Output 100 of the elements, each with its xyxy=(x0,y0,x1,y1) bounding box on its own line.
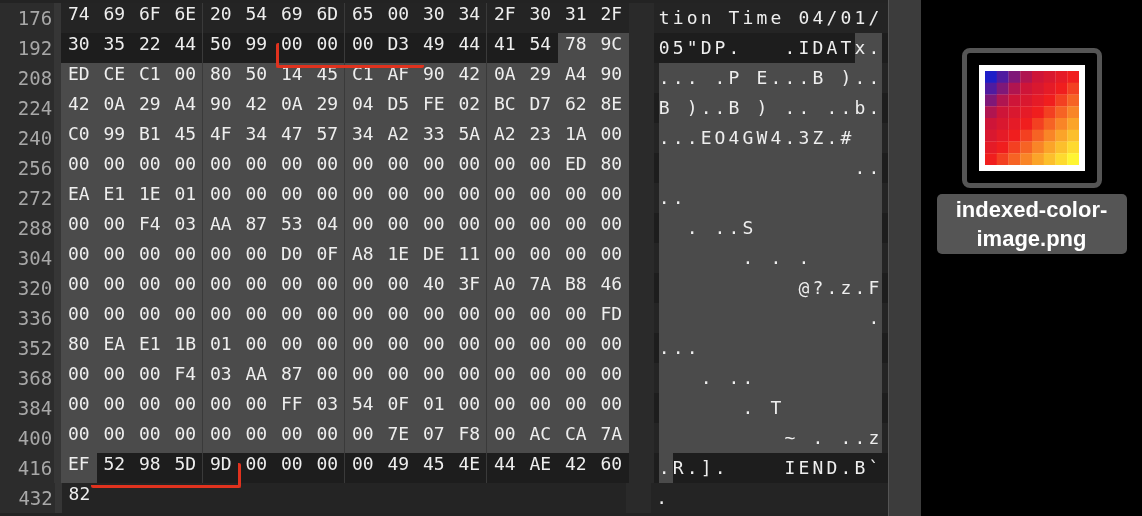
hex-byte: 42 xyxy=(451,63,488,93)
file-name-label: indexed-color-image.png xyxy=(936,194,1127,254)
hex-byte: 5A xyxy=(451,123,488,153)
hex-byte: 00 xyxy=(345,333,381,363)
hex-byte: 00 xyxy=(203,243,239,273)
hex-byte: 00 xyxy=(238,243,275,273)
ascii-text: . T xyxy=(658,393,883,423)
hex-byte: 69 xyxy=(279,3,304,26)
hex-byte: C1 xyxy=(132,63,168,93)
hex-byte: 00 xyxy=(593,333,630,363)
hex-byte: 00 xyxy=(416,213,452,243)
hex-byte: 00 xyxy=(345,213,381,243)
hex-byte: 33 xyxy=(416,123,452,153)
hex-byte: 00 xyxy=(238,303,275,333)
hex-byte: AC xyxy=(522,423,559,453)
hex-byte: 00 xyxy=(522,333,559,363)
hex-byte: 98 xyxy=(137,453,162,476)
hex-byte: 00 xyxy=(203,273,239,303)
file-icon[interactable] xyxy=(961,48,1102,188)
hex-byte: 00 xyxy=(593,123,630,153)
hex-byte: 00 xyxy=(309,303,346,333)
hex-byte: 00 xyxy=(309,33,346,63)
hex-byte: 00 xyxy=(132,153,168,183)
hex-byte: 00 xyxy=(203,183,239,213)
hex-byte: 07 xyxy=(416,423,452,453)
hex-byte: 00 xyxy=(132,303,168,333)
hex-byte: 00 xyxy=(345,153,381,183)
hex-byte: 41 xyxy=(492,33,517,56)
offset-label: 400 xyxy=(0,423,55,453)
hex-byte: 00 xyxy=(274,333,310,363)
offset-label: 192 xyxy=(0,33,55,63)
hex-byte: 6F xyxy=(137,3,162,26)
hex-byte: 4F xyxy=(203,123,239,153)
hex-byte: 9D xyxy=(208,453,233,476)
hex-byte: 3F xyxy=(451,273,488,303)
hex-byte: 7A xyxy=(593,423,630,453)
hex-byte: 99 xyxy=(244,33,269,56)
hex-byte: 99 xyxy=(96,123,133,153)
ascii-text: .. xyxy=(658,183,883,213)
hex-byte: 0A xyxy=(487,63,523,93)
hex-byte: 00 xyxy=(309,453,346,483)
hex-byte: 00 xyxy=(451,363,488,393)
hex-byte: 47 xyxy=(274,123,310,153)
hex-byte: 57 xyxy=(309,123,346,153)
hex-byte: 6E xyxy=(167,3,204,33)
offset-label: 272 xyxy=(0,183,55,213)
hex-byte: 00 xyxy=(451,333,488,363)
hex-byte: FD xyxy=(593,303,630,333)
hex-byte: 00 xyxy=(522,153,559,183)
hex-byte: 00 xyxy=(558,393,594,423)
hex-byte: 00 xyxy=(96,303,133,333)
offset-label: 368 xyxy=(0,363,55,393)
hex-byte: 00 xyxy=(558,213,594,243)
hex-byte: 23 xyxy=(522,123,559,153)
ascii-text: . ..S xyxy=(658,213,883,243)
hex-byte: 00 xyxy=(132,423,168,453)
ascii-text: . xyxy=(658,453,673,483)
hex-byte: 00 xyxy=(487,183,523,213)
offset-label: 416 xyxy=(0,453,55,483)
hex-byte: E1 xyxy=(96,183,133,213)
hex-byte: 50 xyxy=(238,63,275,93)
hex-byte: 00 xyxy=(380,333,417,363)
hex-byte: 00 xyxy=(309,183,346,213)
hex-byte: 62 xyxy=(558,93,594,123)
ascii-text: .. xyxy=(658,153,883,183)
hex-byte: 00 xyxy=(593,213,630,243)
hex-byte: 00 xyxy=(61,363,97,393)
hex-byte: F4 xyxy=(132,213,168,243)
hex-byte: 0F xyxy=(380,393,417,423)
hex-byte: 00 xyxy=(132,393,168,423)
hex-byte: 8E xyxy=(593,93,630,123)
hex-byte: 00 xyxy=(167,63,204,93)
hex-byte: 29 xyxy=(522,63,559,93)
hex-byte: DE xyxy=(416,243,452,273)
hex-byte: 34 xyxy=(238,123,275,153)
hex-byte: 02 xyxy=(451,93,488,123)
hex-byte: 90 xyxy=(593,63,630,93)
hex-byte: 00 xyxy=(274,423,310,453)
hex-byte: 30 xyxy=(66,33,91,56)
hex-byte: 60 xyxy=(599,453,624,476)
ascii-text: B )..B ) .. ..b. xyxy=(658,93,883,123)
hex-byte: 00 xyxy=(345,303,381,333)
hex-byte: 30 xyxy=(421,3,446,26)
hex-byte: EA xyxy=(61,183,97,213)
hex-byte: 00 xyxy=(61,153,97,183)
offset-label: 256 xyxy=(0,153,55,183)
hex-byte: 42 xyxy=(61,93,97,123)
hex-byte: 00 xyxy=(244,453,269,476)
ascii-text: x. xyxy=(854,33,883,63)
hex-byte: AA xyxy=(203,213,239,243)
hex-byte: 6D xyxy=(309,3,346,33)
offset-label: 304 xyxy=(0,243,55,273)
hex-byte: 00 xyxy=(167,303,204,333)
hex-byte: A0 xyxy=(487,273,523,303)
hex-byte: 45 xyxy=(167,123,204,153)
hex-byte: 00 xyxy=(132,273,168,303)
hex-byte: 00 xyxy=(238,393,275,423)
hex-byte: BC xyxy=(487,93,523,123)
hex-byte: 1B xyxy=(167,333,204,363)
hex-byte: 46 xyxy=(593,273,630,303)
